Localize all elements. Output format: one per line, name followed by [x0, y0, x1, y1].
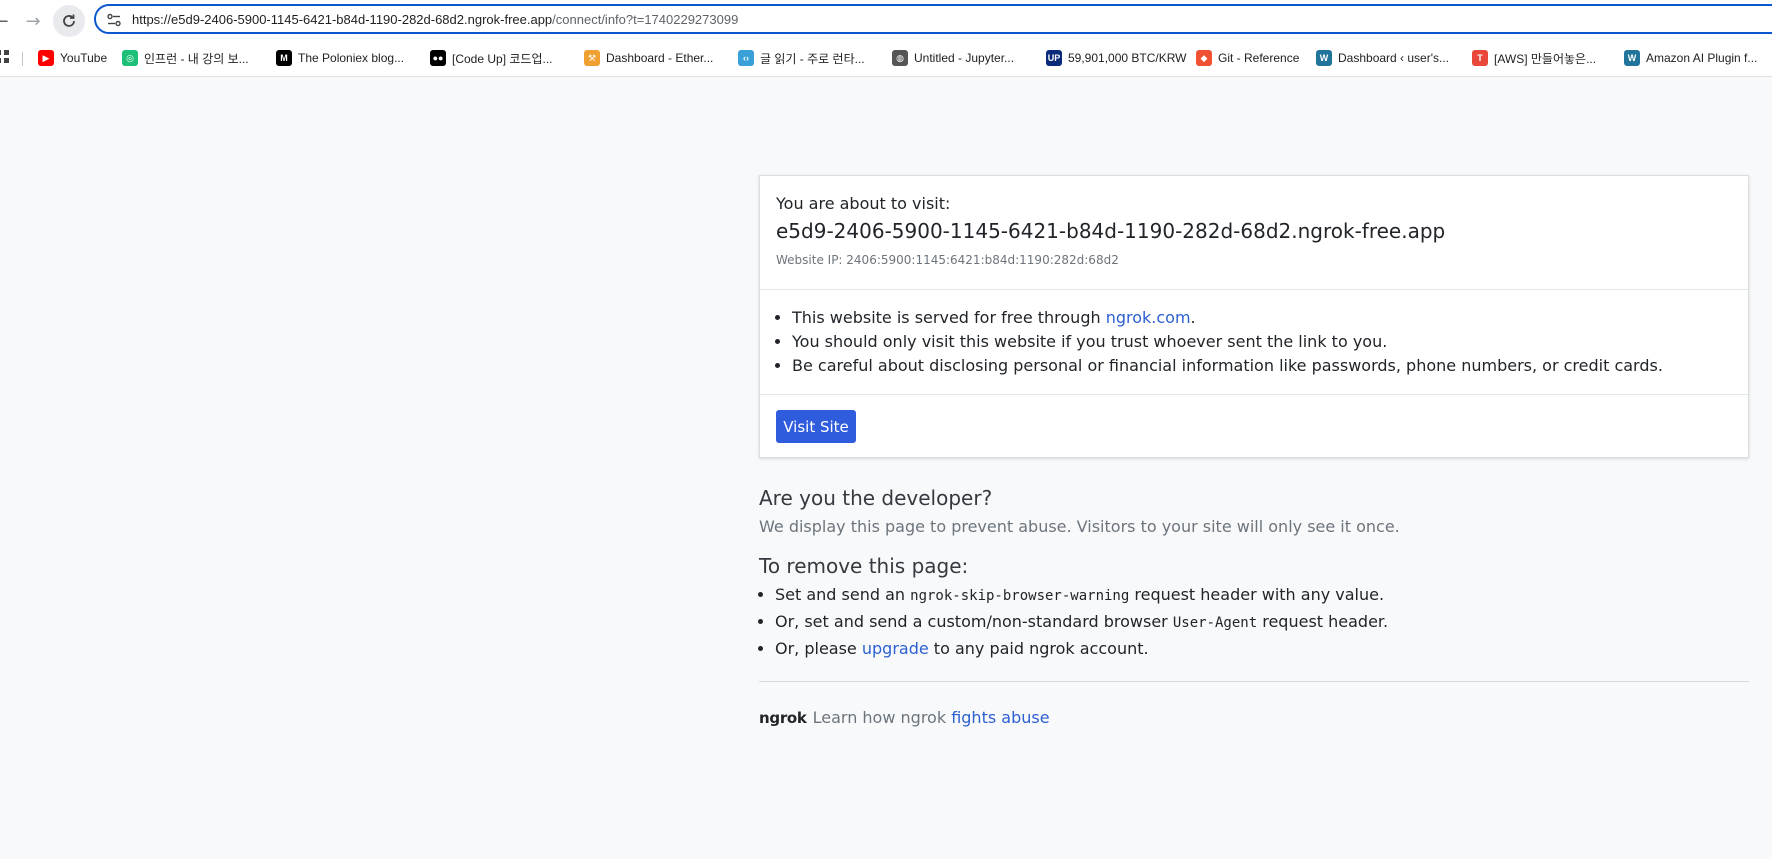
- bookmark-label: Amazon AI Plugin f...: [1646, 51, 1758, 65]
- remove-step-upgrade: Or, please upgrade to any paid ngrok acc…: [775, 636, 1755, 661]
- reload-button[interactable]: [53, 5, 85, 37]
- bookmark-label: Dashboard - Ether...: [606, 51, 714, 65]
- warning-item-trust: You should only visit this website if yo…: [792, 330, 1663, 354]
- apps-grid-icon[interactable]: [0, 50, 10, 64]
- website-ip: Website IP: 2406:5900:1145:6421:b84d:119…: [776, 253, 1119, 267]
- forward-button[interactable]: →: [18, 6, 48, 36]
- remove-page-heading: To remove this page:: [759, 554, 969, 578]
- bookmark-label: 인프런 - 내 강의 보...: [144, 51, 249, 66]
- bookmark-item[interactable]: ▶ YouTube: [38, 49, 107, 67]
- bookmark-label: YouTube: [60, 51, 108, 65]
- bookmark-label: [Code Up] 코드업...: [452, 51, 553, 66]
- ngrok-link[interactable]: ngrok.com: [1106, 308, 1191, 327]
- site-settings-icon[interactable]: [106, 12, 122, 28]
- bookmark-item[interactable]: W Amazon AI Plugin f...: [1624, 49, 1757, 67]
- warning-card: You are about to visit: e5d9-2406-5900-1…: [759, 175, 1749, 458]
- developer-heading: Are you the developer?: [759, 486, 993, 510]
- warning-text-end: .: [1190, 308, 1196, 327]
- visit-site-button[interactable]: Visit Site: [776, 410, 856, 443]
- arrow-right-icon: →: [25, 10, 41, 32]
- remove-step-user-agent: Or, set and send a custom/non-standard b…: [775, 609, 1755, 636]
- footer-divider: [759, 681, 1749, 682]
- upgrade-link[interactable]: upgrade: [862, 639, 929, 658]
- step-text: Or, set and send a custom/non-standard b…: [775, 612, 1173, 631]
- bookmark-item[interactable]: ◍ Untitled - Jupyter...: [892, 49, 1014, 67]
- ngrok-logo: ngrok: [759, 708, 807, 727]
- card-divider: [760, 394, 1748, 395]
- warning-list: This website is served for free through …: [792, 306, 1663, 378]
- about-to-visit-label: You are about to visit:: [776, 194, 951, 213]
- warning-text: This website is served for free through: [792, 308, 1106, 327]
- url-path: /connect/info?t=1740229273099: [552, 12, 739, 27]
- fights-abuse-link[interactable]: fights abuse: [951, 708, 1049, 727]
- inflearn-icon: ◎: [122, 50, 138, 66]
- footer-text: Learn how ngrok: [812, 708, 952, 727]
- code-brackets-icon: ‹›: [738, 50, 754, 66]
- header-code: ngrok-skip-browser-warning: [910, 588, 1130, 604]
- remove-step-header: Set and send an ngrok-skip-browser-warni…: [775, 582, 1755, 609]
- bookmark-item[interactable]: ●● [Code Up] 코드업...: [430, 49, 553, 67]
- user-agent-code: User-Agent: [1172, 615, 1258, 631]
- reload-icon: [63, 14, 75, 27]
- bookmark-label: 59,901,000 BTC/KRW: [1068, 51, 1187, 65]
- bookmark-label: The Poloniex blog...: [298, 51, 405, 65]
- bookmark-item[interactable]: ⚒ Dashboard - Ether...: [584, 49, 713, 67]
- bookmarks-bar: ▶ YouTube ◎ 인프런 - 내 강의 보... M The Poloniex bl…: [0, 40, 1772, 77]
- destination-host: e5d9-2406-5900-1145-6421-b84d-1190-282d-…: [776, 219, 1446, 243]
- step-text: Or, please: [775, 639, 862, 658]
- globe-icon: ◍: [892, 50, 908, 66]
- card-header: You are about to visit: e5d9-2406-5900-1…: [776, 194, 1732, 267]
- wordpress-icon: W: [1316, 50, 1332, 66]
- medium-icon: M: [276, 50, 292, 66]
- bookmark-label: 글 읽기 - 주로 런타...: [760, 51, 865, 66]
- footer: ngrok Learn how ngrok fights abuse: [759, 708, 1050, 727]
- git-icon: ◆: [1196, 50, 1212, 66]
- bookmark-item[interactable]: T [AWS] 만들어놓은...: [1472, 49, 1596, 67]
- bookmark-item[interactable]: ◎ 인프런 - 내 강의 보...: [122, 49, 249, 67]
- bookmarks-separator: [22, 52, 23, 66]
- url-host: https://e5d9-2406-5900-1145-6421-b84d-11…: [132, 12, 553, 27]
- step-text: Set and send an: [775, 585, 911, 604]
- warning-item-careful: Be careful about disclosing personal or …: [792, 354, 1663, 378]
- codeup-icon: ●●: [430, 50, 446, 66]
- url-text[interactable]: https://e5d9-2406-5900-1145-6421-b84d-11…: [132, 12, 738, 27]
- bookmark-item[interactable]: UP 59,901,000 BTC/KRW: [1046, 49, 1187, 67]
- bookmark-label: [AWS] 만들어놓은...: [1494, 51, 1597, 66]
- back-button[interactable]: ←: [0, 6, 16, 36]
- wordpress-icon: W: [1624, 50, 1640, 66]
- developer-description: We display this page to prevent abuse. V…: [759, 517, 1400, 536]
- bookmark-label: Untitled - Jupyter...: [914, 51, 1015, 65]
- warning-item-free: This website is served for free through …: [792, 306, 1663, 330]
- card-divider: [760, 289, 1748, 290]
- bookmark-item[interactable]: ◆ Git - Reference: [1196, 49, 1299, 67]
- bookmark-label: Dashboard ‹ user's...: [1338, 51, 1450, 65]
- bookmark-item[interactable]: W Dashboard ‹ user's...: [1316, 49, 1449, 67]
- youtube-icon: ▶: [38, 50, 54, 66]
- bookmark-item[interactable]: ‹› 글 읽기 - 주로 런타...: [738, 49, 865, 67]
- address-bar[interactable]: https://e5d9-2406-5900-1145-6421-b84d-11…: [94, 4, 1772, 34]
- step-text-end: request header.: [1257, 612, 1389, 631]
- bookmark-item[interactable]: M The Poloniex blog...: [276, 49, 404, 67]
- browser-toolbar: ← → https://e5d9-2406-5900-1145-6421-b84…: [0, 0, 1772, 40]
- step-text-end: to any paid ngrok account.: [928, 639, 1149, 658]
- ethereum-tools-icon: ⚒: [584, 50, 600, 66]
- bookmark-label: Git - Reference: [1218, 51, 1300, 65]
- remove-steps-list: Set and send an ngrok-skip-browser-warni…: [759, 582, 1755, 661]
- arrow-left-icon: ←: [0, 10, 9, 32]
- step-text-end: request header with any value.: [1129, 585, 1385, 604]
- aws-blog-icon: T: [1472, 50, 1488, 66]
- upbit-icon: UP: [1046, 50, 1062, 66]
